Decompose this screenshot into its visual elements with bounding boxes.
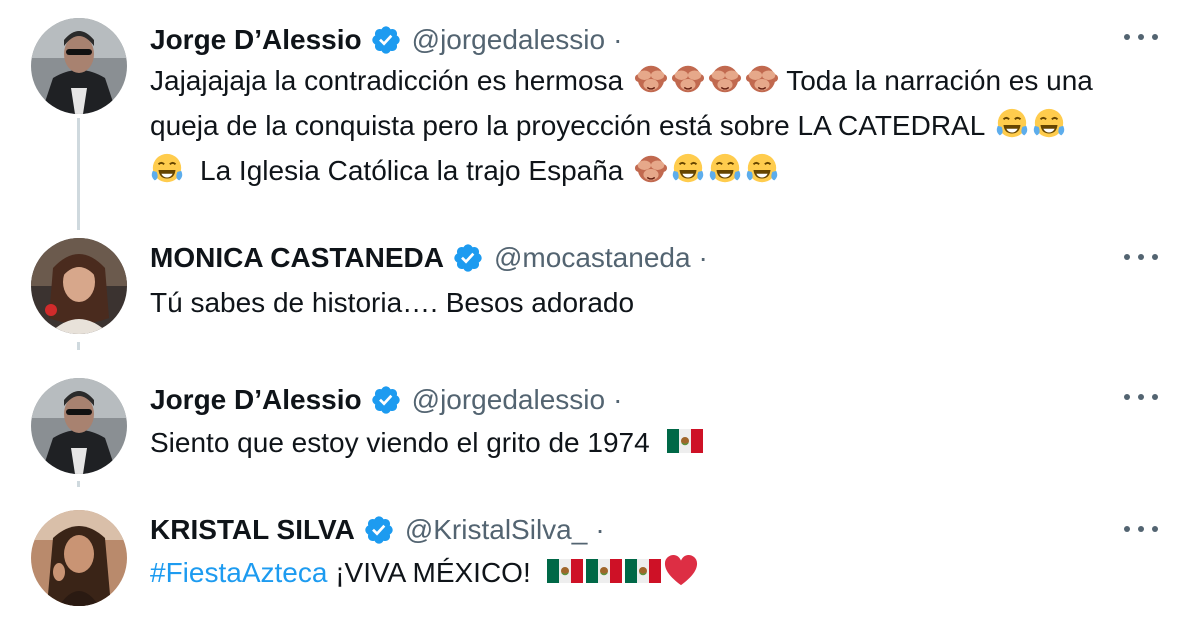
more-options-icon[interactable] xyxy=(1124,392,1158,402)
mexico-flag-icon xyxy=(547,557,583,585)
tweet-header: Jorge D’Alessio @jorgedalessio · xyxy=(150,20,622,60)
handle[interactable]: @mocastaneda xyxy=(494,242,691,274)
avatar[interactable] xyxy=(31,378,127,474)
handle[interactable]: @KristalSilva_ xyxy=(405,514,587,546)
tweet-header: KRISTAL SILVA @KristalSilva_ · xyxy=(150,510,605,550)
see-no-evil-monkey-icon xyxy=(708,62,742,96)
more-options-icon[interactable] xyxy=(1124,252,1158,262)
separator: · xyxy=(613,384,623,415)
thread-line xyxy=(77,118,80,230)
red-heart-icon xyxy=(664,554,698,588)
tweet-text-line: queja de la conquista pero la proyección… xyxy=(150,103,1066,148)
tweet-text-line: Tú sabes de historia…. Besos adorado xyxy=(150,287,635,318)
tweet-text-line: Jajajajaja la contradicción es hermosa T… xyxy=(150,58,1093,103)
avatar[interactable] xyxy=(31,18,127,114)
tears-of-joy-icon xyxy=(745,152,779,186)
verified-badge-icon xyxy=(370,384,402,416)
handle[interactable]: @jorgedalessio xyxy=(412,384,605,416)
see-no-evil-monkey-icon xyxy=(671,62,705,96)
mexico-flag-icon xyxy=(667,427,703,455)
handle[interactable]: @jorgedalessio xyxy=(412,24,605,56)
tears-of-joy-icon xyxy=(1032,107,1066,141)
see-no-evil-monkey-icon xyxy=(634,62,668,96)
separator: · xyxy=(613,24,623,55)
verified-badge-icon xyxy=(363,514,395,546)
display-name[interactable]: Jorge D’Alessio xyxy=(150,24,362,56)
display-name[interactable]: KRISTAL SILVA xyxy=(150,514,355,546)
tweet-text-line: La Iglesia Católica la trajo España xyxy=(150,148,779,193)
tweet-text-line: #FiestaAzteca ¡VIVA MÉXICO! xyxy=(150,550,698,595)
tweet-text-line: Siento que estoy viendo el grito de 1974 xyxy=(150,420,703,465)
avatar[interactable] xyxy=(31,510,127,606)
separator: · xyxy=(595,514,605,545)
hashtag-link[interactable]: #FiestaAzteca xyxy=(150,557,327,588)
verified-badge-icon xyxy=(452,242,484,274)
see-no-evil-monkey-icon xyxy=(745,62,779,96)
mexico-flag-icon xyxy=(625,557,661,585)
mexico-flag-icon xyxy=(586,557,622,585)
more-options-icon[interactable] xyxy=(1124,32,1158,42)
tears-of-joy-icon xyxy=(150,152,184,186)
display-name[interactable]: MONICA CASTANEDA xyxy=(150,242,444,274)
tweet-header: Jorge D’Alessio @jorgedalessio · xyxy=(150,380,622,420)
display-name[interactable]: Jorge D’Alessio xyxy=(150,384,362,416)
tears-of-joy-icon xyxy=(708,152,742,186)
thread-line xyxy=(77,342,80,350)
verified-badge-icon xyxy=(370,24,402,56)
avatar[interactable] xyxy=(31,238,127,334)
separator: · xyxy=(698,242,708,273)
more-options-icon[interactable] xyxy=(1124,524,1158,534)
tweet-header: MONICA CASTANEDA @mocastaneda · xyxy=(150,238,708,278)
tears-of-joy-icon xyxy=(995,107,1029,141)
thread-line xyxy=(77,481,80,487)
see-no-evil-monkey-icon xyxy=(634,152,668,186)
tears-of-joy-icon xyxy=(671,152,705,186)
